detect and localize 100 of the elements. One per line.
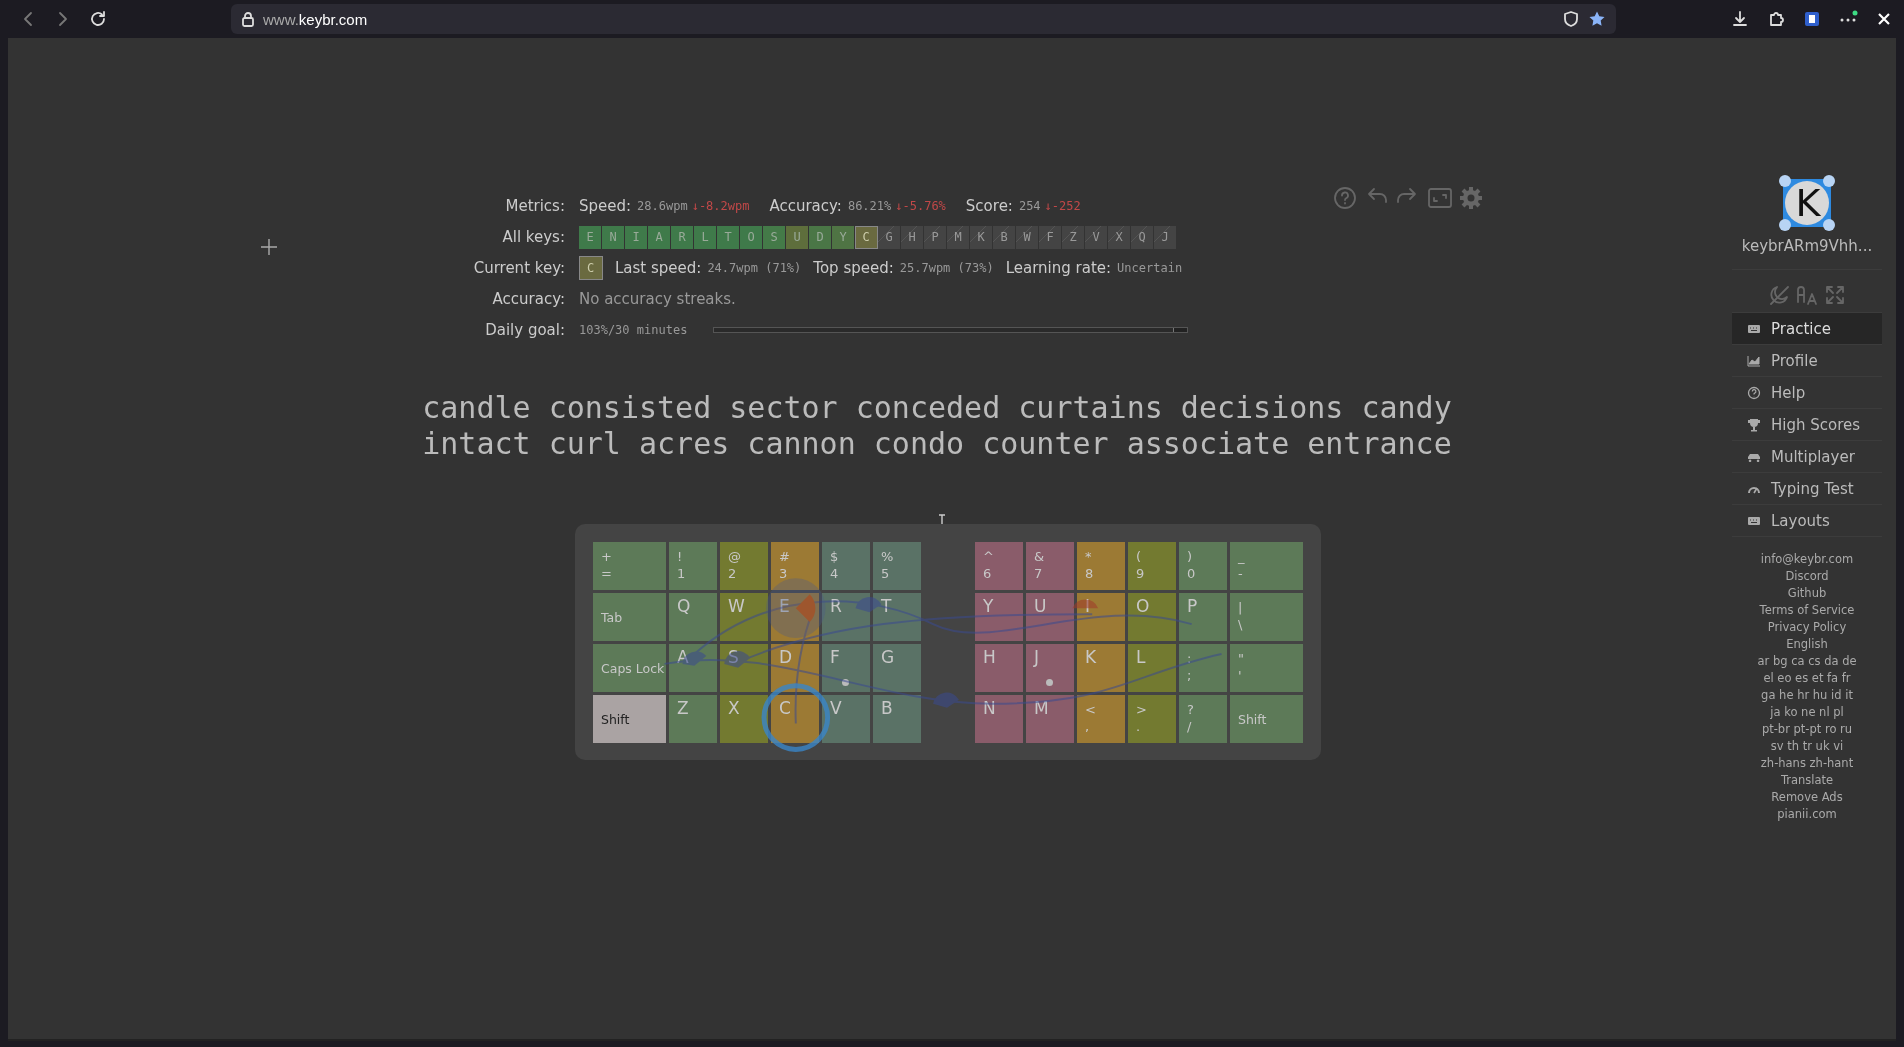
keyboard-key: + = [593,542,666,590]
keyboard-key: ? / [1179,695,1227,743]
current-key-ring [761,683,831,752]
help-icon[interactable] [1333,186,1357,210]
keyboard-key: $ 4 [822,542,870,590]
keyboard-key: Caps Lock [593,644,666,692]
footer-link[interactable]: Terms of Service [1759,602,1855,619]
reload-icon[interactable] [88,9,108,29]
keyboard-key: F [822,644,870,692]
metric-name: Score: [965,197,1013,215]
metric-delta: ↓-252 [1044,199,1081,213]
goal-text: 103%/30 minutes [579,323,688,337]
key-chip: K [970,225,993,249]
metric-value: 86.21% [847,199,892,213]
nav-item[interactable]: Multiplayer [1732,441,1882,473]
row-label: Current key: [472,259,565,277]
row-label: Accuracy: [491,290,565,308]
key-chip: Z [1062,225,1085,249]
metric-name: Last speed: [615,259,702,277]
keyboard-key: # 3 [771,542,819,590]
key-chip: D [809,225,832,249]
metric-value: 28.6wpm [637,199,688,213]
keyboard-key: H [975,644,1023,692]
key-chip: I [625,225,648,249]
avatar-pattern-icon [1777,173,1837,233]
key-chip: Q [1131,225,1154,249]
theme-icon[interactable] [1768,284,1790,306]
footer-link[interactable]: Discord [1785,568,1829,585]
help-icon [1747,385,1761,400]
nav-item[interactable]: High Scores [1732,409,1882,441]
key-chip: W [1016,225,1039,249]
star-icon[interactable] [1588,10,1606,28]
avatar[interactable]: K [1777,173,1837,233]
nav-item[interactable]: Practice [1732,313,1882,345]
metric-name: Accuracy: [769,197,842,215]
footer-link[interactable]: info@keybr.com [1760,551,1854,568]
key-chip: L [694,225,717,249]
key-chip: U [786,225,809,249]
key-chip: J [1154,225,1177,249]
key-chip: F [1039,225,1062,249]
footer-link[interactable]: ga he hr hu id it [1761,687,1853,704]
keyboard-key: Z [669,695,717,743]
footer-link[interactable]: ar bg ca cs da de [1757,653,1857,670]
nav-item[interactable]: Typing Test [1732,473,1882,505]
download-icon[interactable] [1730,9,1750,29]
keyboard-key: B [873,695,921,743]
footer-link[interactable]: el eo es et fa fr [1763,670,1851,687]
footer-link[interactable]: Privacy Policy [1767,619,1847,636]
footer-link[interactable]: pianii.com [1777,806,1837,823]
footer-link[interactable]: zh-hans zh-hant [1760,755,1854,772]
extension-icon[interactable] [1802,9,1822,29]
keyboard-key: X [720,695,768,743]
expand-icon[interactable] [1824,284,1846,306]
key-chip: G [878,225,901,249]
footer-link[interactable]: sv th tr uk vi [1770,738,1844,755]
settings-icon[interactable] [1459,186,1483,210]
fullscreen-icon[interactable] [1427,186,1453,210]
keyboard-key: Tab [593,593,666,641]
chart-icon [1747,353,1761,368]
avatar-letter: K [1795,181,1821,225]
footer-link[interactable]: pt-br pt-pt ro ru [1761,721,1853,738]
nav-item[interactable]: Layouts [1732,505,1882,537]
metric-name: Top speed: [813,259,894,277]
footer-link[interactable]: Translate [1780,772,1834,789]
lesson-text: intact curl acres cannon condo counter associate entrance [422,426,1452,462]
font-size-icon[interactable] [1796,284,1818,306]
keyboard-key: N [975,695,1023,743]
keyboard-key: E [771,593,819,641]
keyboard-key: | \ [1230,593,1303,641]
metric-name: Speed: [579,197,632,215]
keyboard-key: < , [1077,695,1125,743]
row-label: Daily goal: [484,321,565,339]
accuracy-text: No accuracy streaks. [579,290,736,308]
keyboard-key: & 7 [1026,542,1074,590]
shield-icon[interactable] [1562,10,1580,28]
footer-link[interactable]: English [1786,636,1828,653]
keyboard-key: Shift [1230,695,1303,743]
nav-item[interactable]: Profile [1732,345,1882,377]
key-chip: E [579,225,602,249]
footer-link[interactable]: ja ko ne nl pl [1770,704,1844,721]
key-chip: T [717,225,740,249]
nav-item[interactable]: Help [1732,377,1882,409]
keyboard-key: R [822,593,870,641]
key-chip: A [648,225,671,249]
footer-link[interactable]: Remove Ads [1771,789,1843,806]
keyboard-key: J [1026,644,1074,692]
footer-link[interactable]: Github [1787,585,1827,602]
keyboard-key: ! 1 [669,542,717,590]
lock-icon [241,11,255,27]
keyboard-key: ( 9 [1128,542,1176,590]
keyboard-key: M [1026,695,1074,743]
home-bump-icon [842,679,849,686]
metric-delta: ↓-5.76% [895,199,946,213]
metric-value: 25.7wpm (73%) [899,261,994,275]
key-chip: B [993,225,1016,249]
keyboard-key: V [822,695,870,743]
key-chip: R [671,225,694,249]
keyboard-key: I [1077,593,1125,641]
user-name[interactable]: keybrARm9Vhh... [1732,237,1882,270]
address-bar[interactable]: www.keybr.com [231,4,1616,34]
